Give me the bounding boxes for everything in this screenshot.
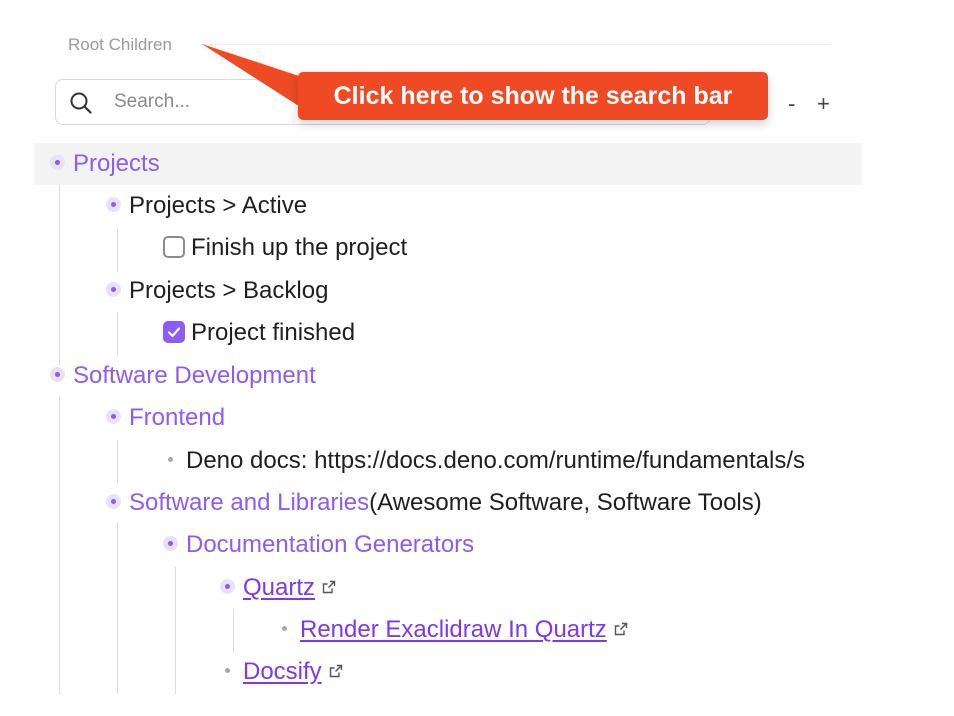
tree-item-label[interactable]: Frontend (129, 404, 225, 431)
indent-guide (233, 609, 234, 653)
indent-guide (117, 440, 118, 484)
tooltip-callout: Click here to show the search bar (298, 72, 768, 120)
tree-item-label[interactable]: Projects (73, 150, 160, 177)
bullet-icon[interactable] (220, 579, 235, 595)
search-icon (70, 92, 92, 114)
task-checkbox-checked[interactable] (163, 320, 185, 343)
quartz-link[interactable]: Quartz (243, 574, 315, 601)
external-link-icon[interactable] (613, 621, 629, 637)
header-divider (200, 44, 830, 45)
indent-guide (59, 397, 60, 694)
root-children-label: Root Children (68, 35, 172, 54)
task-finish-project[interactable]: Finish up the project (163, 228, 407, 268)
tree-item-docsify[interactable]: Docsify (220, 652, 344, 692)
external-link-icon[interactable] (328, 663, 344, 679)
collapse-all-button[interactable]: - (788, 92, 795, 116)
docsify-link[interactable]: Docsify (243, 658, 322, 685)
indent-guide (59, 185, 60, 365)
bullet-icon[interactable] (220, 663, 235, 678)
indent-guide (175, 566, 176, 694)
tree-item-projects-backlog[interactable]: Projects > Backlog (106, 271, 328, 311)
tree-item-label[interactable]: Deno docs: https://docs.deno.com/runtime… (186, 447, 805, 474)
bullet-icon[interactable] (277, 621, 292, 636)
indent-guide (117, 228, 118, 272)
bullet-icon[interactable] (106, 409, 121, 425)
tree-item-documentation-generators[interactable]: Documentation Generators (163, 525, 474, 565)
task-label[interactable]: Finish up the project (191, 234, 407, 261)
tree-item-label[interactable]: Projects > Active (129, 192, 307, 219)
tree-item-deno-docs[interactable]: Deno docs: https://docs.deno.com/runtime… (163, 441, 863, 481)
external-link-icon[interactable] (321, 579, 337, 595)
bullet-icon[interactable] (163, 536, 178, 552)
tree-item-frontend[interactable]: Frontend (106, 398, 225, 438)
bullet-icon[interactable] (106, 197, 121, 213)
task-project-finished[interactable]: Project finished (163, 313, 355, 353)
bullet-icon[interactable] (106, 282, 121, 298)
tree-item-quartz[interactable]: Quartz (220, 568, 337, 608)
tooltip-text: Click here to show the search bar (333, 82, 733, 110)
tree-item-projects-active[interactable]: Projects > Active (106, 186, 307, 226)
bullet-icon[interactable] (106, 494, 121, 510)
expand-all-button[interactable]: + (817, 92, 830, 116)
task-label[interactable]: Project finished (191, 319, 355, 346)
tree-item-software-development[interactable]: Software Development (50, 356, 316, 396)
tree-item-render-excalidraw[interactable]: Render Exaclidraw In Quartz (277, 610, 629, 650)
checkmark-icon (167, 327, 181, 337)
tree-item-label[interactable]: Documentation Generators (186, 531, 474, 558)
tree-item-label[interactable]: Software and Libraries (129, 489, 369, 516)
bullet-icon[interactable] (50, 367, 65, 383)
render-excalidraw-link[interactable]: Render Exaclidraw In Quartz (300, 616, 607, 643)
indent-guide (117, 312, 118, 356)
task-checkbox[interactable] (163, 235, 185, 258)
tree-item-projects[interactable]: Projects (50, 144, 160, 184)
bullet-icon[interactable] (50, 155, 65, 171)
indent-guide (117, 522, 118, 694)
bullet-icon[interactable] (163, 452, 178, 467)
tree-item-software-libraries[interactable]: Software and Libraries(Awesome Software,… (106, 483, 762, 523)
tree-item-label[interactable]: Software Development (73, 362, 316, 389)
tree-item-label[interactable]: Projects > Backlog (129, 277, 328, 304)
tree-item-aliases: (Awesome Software, Software Tools) (369, 489, 762, 516)
